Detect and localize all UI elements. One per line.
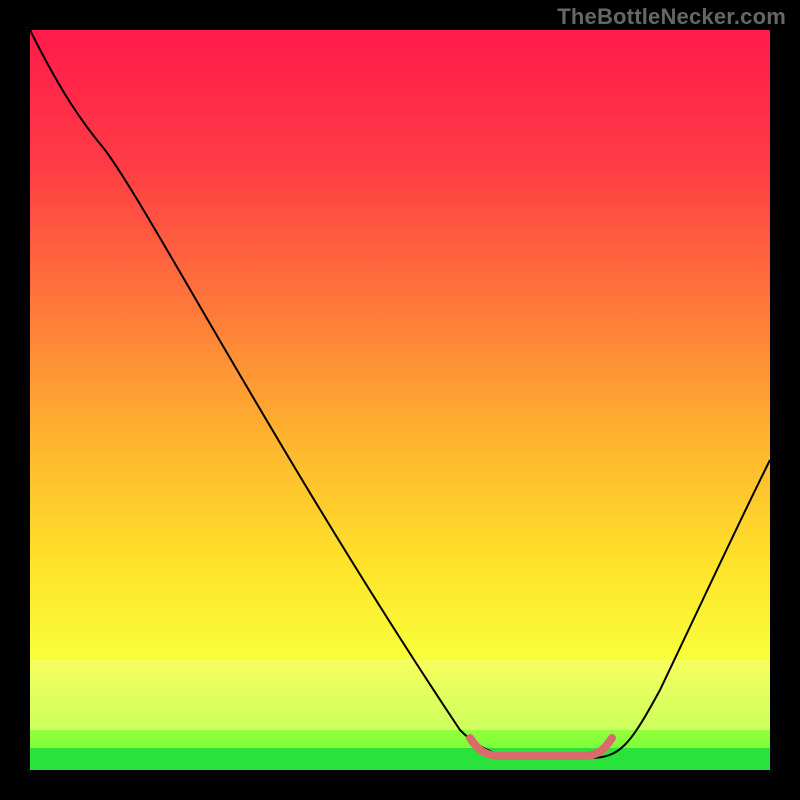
gradient-background [30, 30, 770, 770]
chart-svg [30, 30, 770, 770]
attribution-label: TheBottleNecker.com [557, 4, 786, 30]
bottleneck-chart [30, 30, 770, 770]
optimal-band [30, 748, 770, 770]
soft-optimal-band [30, 660, 770, 730]
